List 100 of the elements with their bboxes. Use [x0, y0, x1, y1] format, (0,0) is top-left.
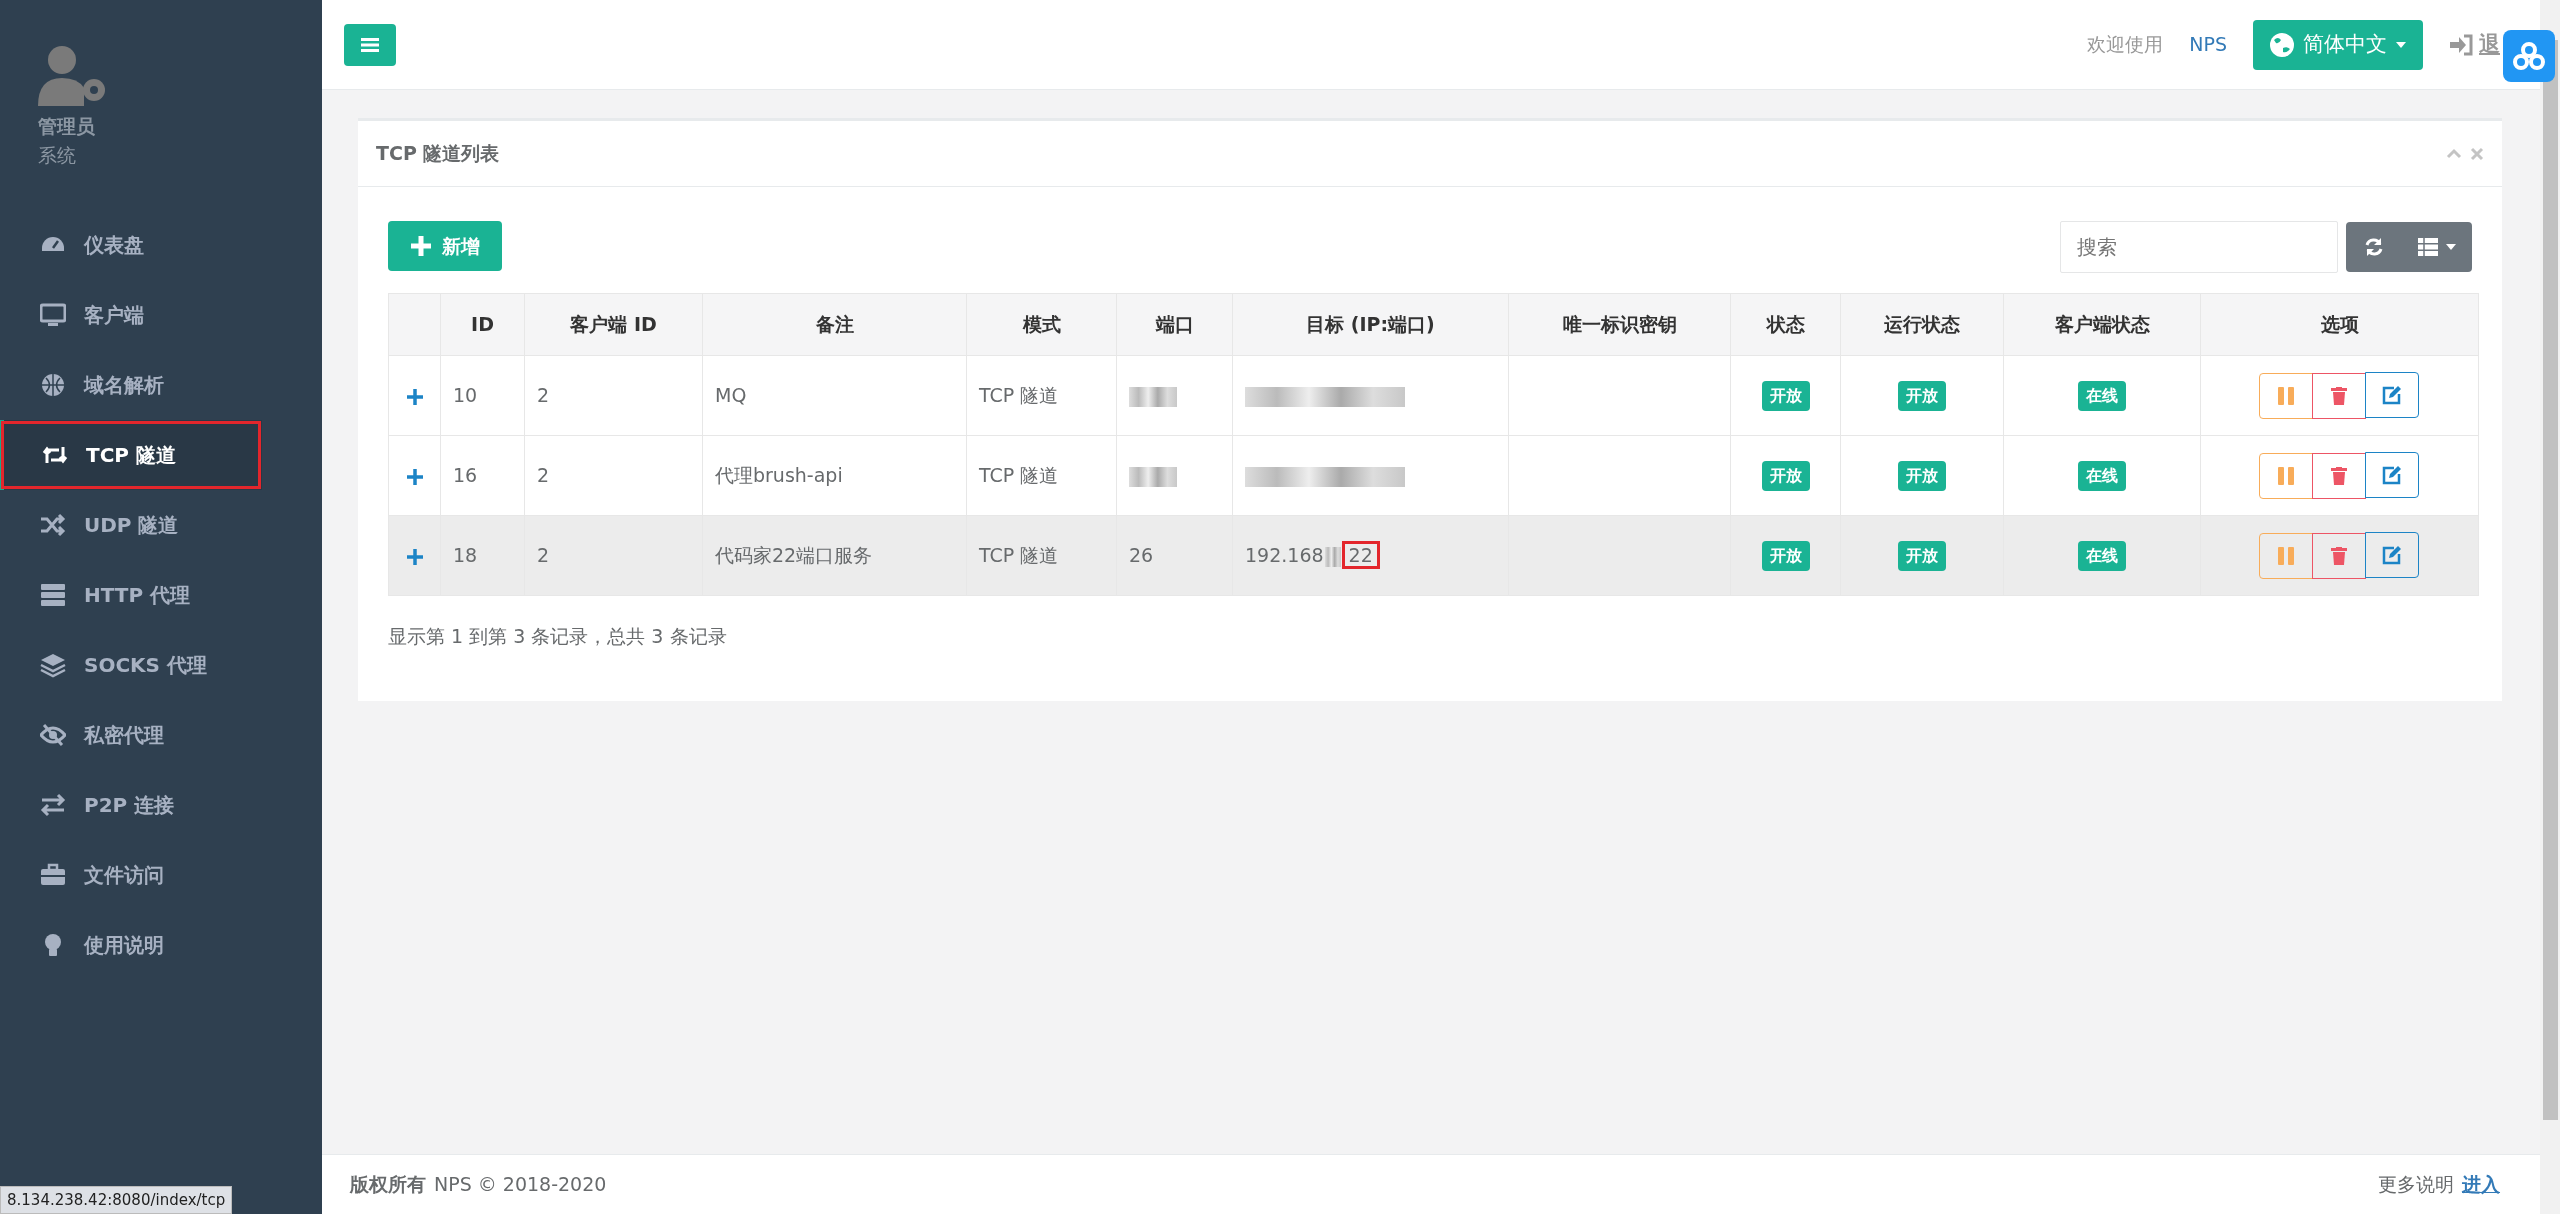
column-header: 目标 (IP:端口) [1232, 293, 1509, 356]
globe-icon [40, 372, 66, 398]
table-cell: 2 [537, 544, 550, 567]
user-name: 管理员 [38, 114, 96, 139]
close-icon[interactable] [2470, 146, 2484, 161]
column-header: 唯一标识密钥 [1508, 293, 1731, 356]
sidebar-item[interactable]: 文件访问 [0, 840, 322, 910]
language-dropdown[interactable]: 简体中文 [2253, 19, 2423, 70]
redacted-mark [1324, 546, 1341, 567]
columns-dropdown[interactable] [2402, 222, 2472, 272]
delete-button[interactable] [2312, 533, 2366, 579]
table-cell: TCP 隧道 [979, 384, 1059, 407]
add-button[interactable]: 新增 [388, 221, 502, 271]
redacted-mark [1129, 386, 1177, 407]
logout-link[interactable]: 退 [2449, 28, 2500, 61]
copyright-label: 版权所有 [350, 1172, 426, 1198]
column-header: 运行状态 [1840, 293, 2004, 356]
menu-button[interactable] [344, 23, 396, 66]
sidebar-item[interactable]: HTTP 代理 [0, 560, 322, 630]
column-header: 模式 [966, 293, 1117, 356]
status-label: 在线 [2078, 461, 2126, 491]
redacted-mark [1129, 466, 1177, 487]
pause-button[interactable] [2259, 453, 2313, 499]
user-role: 系统 [38, 142, 77, 168]
sidebar-item[interactable]: SOCKS 代理 [0, 630, 322, 700]
table-cell: 代码家22端口服务 [715, 544, 873, 567]
sidebar-item[interactable]: TCP 隧道 [0, 420, 262, 490]
trash-icon [2331, 467, 2347, 485]
status-label: 开放 [1898, 461, 1946, 491]
edit-button[interactable] [2365, 372, 2419, 418]
refresh-button[interactable] [2346, 222, 2402, 272]
table-cell: 26 [1129, 544, 1154, 567]
table-cell: 10 [453, 384, 478, 407]
table-cell: 192.168 [1245, 544, 1324, 567]
status-url: 8.134.238.42:8080/index/tcp [0, 1185, 233, 1214]
expand-icon[interactable] [406, 548, 423, 565]
menu-icon [361, 36, 379, 53]
caret-icon [2446, 244, 2456, 250]
briefcase-icon [40, 862, 66, 888]
column-header: 状态 [1730, 293, 1841, 356]
column-header: 客户端状态 [2003, 293, 2201, 356]
table-cell: 代理brush-api [715, 464, 843, 487]
sidebar-item[interactable]: 域名解析 [0, 350, 322, 420]
column-header: 端口 [1116, 293, 1233, 356]
expand-icon[interactable] [406, 388, 423, 405]
status-label: 开放 [1761, 381, 1810, 411]
edit-icon [2382, 465, 2402, 485]
status-label: 在线 [2078, 381, 2126, 411]
column-header: 备注 [702, 293, 967, 356]
welcome-text: 欢迎使用 [2087, 32, 2164, 58]
plus-icon [410, 235, 432, 257]
sign-out-icon [2449, 33, 2473, 56]
more-info-text: 更多说明 [2378, 1172, 2454, 1198]
pause-button[interactable] [2259, 373, 2313, 419]
pause-icon [2278, 547, 2294, 565]
sidebar-item[interactable]: 仪表盘 [0, 210, 322, 280]
delete-button[interactable] [2312, 373, 2366, 419]
eyeslash-icon [40, 722, 66, 748]
edit-button[interactable] [2365, 532, 2419, 578]
search-field[interactable]: 搜索 [2060, 221, 2338, 273]
pagination-info: 显示第 1 到第 3 条记录，总共 3 条记录 [388, 624, 728, 649]
edit-icon [2382, 385, 2402, 405]
expand-icon[interactable] [406, 468, 423, 485]
table-cell: MQ [715, 384, 747, 407]
brand-link[interactable]: NPS [2189, 30, 2227, 59]
status-label: 开放 [1761, 541, 1810, 571]
refresh-icon [2364, 237, 2384, 257]
table-cell: 2 [537, 384, 550, 407]
table-cell: 22 [1341, 541, 1380, 570]
edit-icon [2382, 545, 2402, 565]
monitor-icon [40, 302, 66, 328]
column-header: 客户端 ID [524, 293, 703, 356]
column-header: 选项 [2200, 293, 2479, 356]
pause-icon [2278, 467, 2294, 485]
sidebar-item[interactable]: 私密代理 [0, 700, 322, 770]
sidebar-item[interactable]: P2P 连接 [0, 770, 322, 840]
pause-icon [2278, 387, 2294, 405]
table-cell: TCP 隧道 [979, 464, 1059, 487]
copyright-text: NPS © 2018-2020 [434, 1172, 607, 1198]
exchange-icon [40, 792, 66, 818]
server-icon [40, 582, 66, 608]
delete-button[interactable] [2312, 453, 2366, 499]
table-cell: 16 [453, 464, 478, 487]
sidebar-item[interactable]: UDP 隧道 [0, 490, 322, 560]
list-icon [2418, 238, 2438, 256]
scrollbar-thumb[interactable] [2543, 40, 2558, 1120]
table-cell: TCP 隧道 [979, 544, 1059, 567]
trash-icon [2331, 387, 2347, 405]
column-header: ID [440, 293, 525, 356]
collapse-icon[interactable] [2446, 146, 2462, 159]
table-cell: 18 [453, 544, 478, 567]
layers-icon [40, 652, 66, 678]
enter-link[interactable]: 进入 [2462, 1170, 2500, 1199]
status-label: 开放 [1898, 541, 1946, 571]
status-label: 在线 [2078, 541, 2126, 571]
sidebar-item[interactable]: 使用说明 [0, 910, 322, 980]
cloud-icon[interactable] [2503, 30, 2555, 82]
sidebar-item[interactable]: 客户端 [0, 280, 322, 350]
status-label: 开放 [1761, 461, 1810, 491]
edit-button[interactable] [2365, 452, 2419, 498]
